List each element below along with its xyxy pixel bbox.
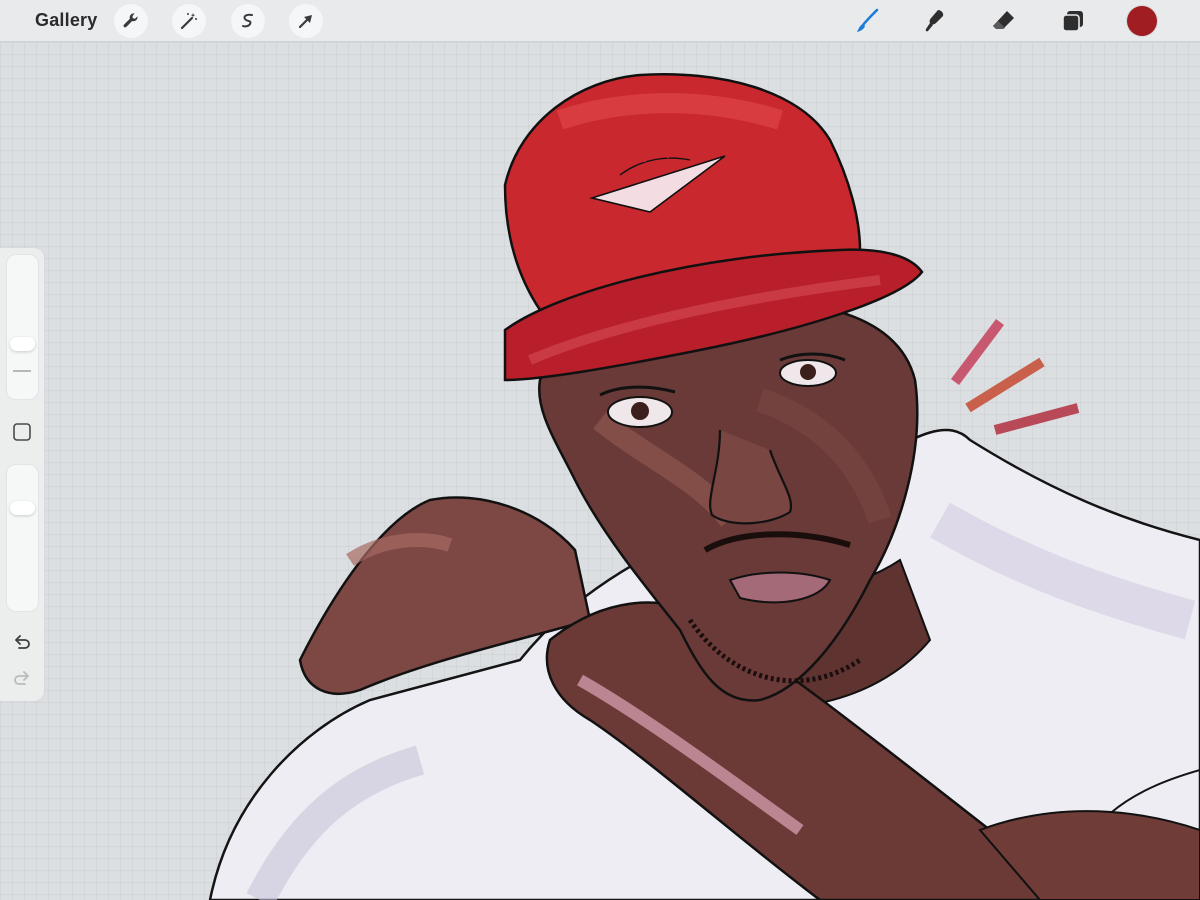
transform-arrow-icon: [298, 15, 312, 29]
magic-wand-icon: [180, 13, 197, 30]
selection-button[interactable]: [231, 4, 265, 38]
gallery-button[interactable]: Gallery: [35, 10, 97, 31]
opacity-slider[interactable]: [6, 464, 39, 612]
layers-button[interactable]: [1056, 4, 1090, 38]
layers-icon: [1062, 11, 1083, 32]
brush-tool-button[interactable]: [850, 4, 884, 38]
color-picker-button[interactable]: [1127, 6, 1157, 36]
eraser-icon: [993, 11, 1014, 29]
adjustments-button[interactable]: [172, 4, 206, 38]
portrait-artwork: [208, 73, 1200, 900]
top-toolbar: Gallery: [0, 0, 1200, 42]
redo-icon: [14, 671, 29, 685]
smudge-icon: [925, 10, 944, 32]
undo-button[interactable]: [8, 628, 36, 656]
smudge-tool-button[interactable]: [918, 4, 952, 38]
modify-button[interactable]: [8, 418, 36, 446]
actions-button[interactable]: [114, 4, 148, 38]
drawing-canvas[interactable]: [0, 42, 1200, 900]
brush-size-thumb[interactable]: [10, 337, 35, 351]
eraser-tool-button[interactable]: [987, 4, 1021, 38]
undo-icon: [15, 635, 30, 649]
opacity-thumb[interactable]: [10, 501, 35, 515]
redo-button[interactable]: [8, 664, 36, 692]
wrench-icon: [123, 13, 138, 28]
square-icon: [13, 423, 31, 441]
selection-icon: [242, 13, 253, 28]
size-divider: [13, 370, 31, 372]
transform-button[interactable]: [289, 4, 323, 38]
brush-icon: [857, 8, 879, 32]
brush-size-slider[interactable]: [6, 254, 39, 400]
left-sidebar: [0, 248, 44, 701]
